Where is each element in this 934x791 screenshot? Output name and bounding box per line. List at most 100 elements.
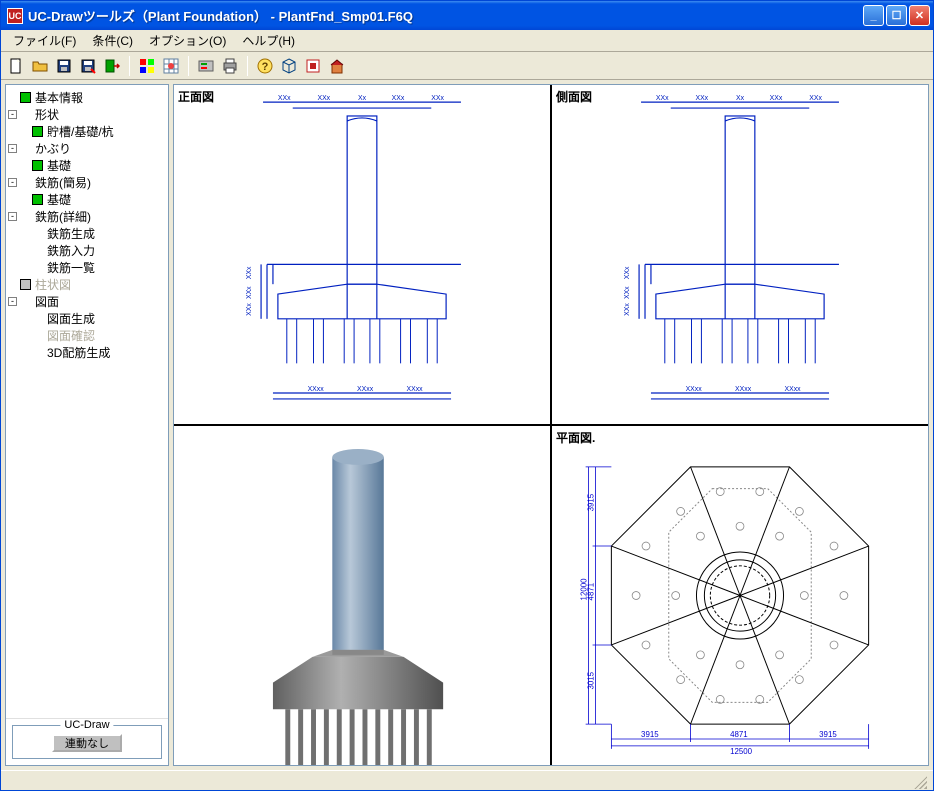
ucdraw-group: UC-Draw 連動なし: [12, 725, 162, 759]
tree-item-label: 基礎: [47, 191, 71, 208]
sidebar: 基本情報-形状貯槽/基礎/杭-かぶり基礎-鉄筋(簡易)基礎-鉄筋(詳細)鉄筋生成…: [5, 84, 169, 766]
view-side-label: 側面図: [556, 88, 592, 105]
tree-item-label: 図面生成: [47, 310, 95, 327]
tree-item-label: 貯槽/基礎/杭: [47, 123, 114, 140]
svg-text:XXx: XXx: [624, 286, 631, 299]
tree-item[interactable]: 3D配筋生成: [8, 344, 166, 361]
tree-toggle-icon[interactable]: -: [8, 212, 17, 221]
menubar: ファイル(F) 条件(C) オプション(O) ヘルプ(H): [1, 30, 933, 52]
titlebar[interactable]: UC UC-Drawツールズ（Plant Foundation） - Plant…: [1, 1, 933, 30]
svg-text:XXx: XXx: [392, 95, 405, 102]
print-icon[interactable]: [219, 55, 241, 77]
tree-item-label: 鉄筋入力: [47, 242, 95, 259]
tree-item[interactable]: 柱状図: [8, 276, 166, 293]
viewport: 正面図: [173, 84, 929, 766]
svg-text:Xx: Xx: [736, 95, 745, 102]
svg-text:3915: 3915: [587, 493, 596, 511]
svg-text:XXx: XXx: [246, 266, 253, 279]
open-icon[interactable]: [29, 55, 51, 77]
sidebar-footer: UC-Draw 連動なし: [6, 718, 168, 765]
exit-icon[interactable]: [101, 55, 123, 77]
menu-help[interactable]: ヘルプ(H): [234, 30, 303, 51]
svg-text:3015: 3015: [587, 671, 596, 689]
svg-text:XXxx: XXxx: [357, 386, 374, 393]
menu-file[interactable]: ファイル(F): [5, 30, 84, 51]
tree-item[interactable]: - 形状: [8, 106, 166, 123]
svg-text:XXxx: XXxx: [407, 386, 424, 393]
svg-text:XXx: XXx: [317, 95, 330, 102]
plan-icon[interactable]: [302, 55, 324, 77]
svg-text:XXxx: XXxx: [735, 386, 752, 393]
plan-drawing: 3915 4871 3915 12500 3915 4871 3015 1200…: [552, 426, 928, 765]
tree-view[interactable]: 基本情報-形状貯槽/基礎/杭-かぶり基礎-鉄筋(簡易)基礎-鉄筋(詳細)鉄筋生成…: [6, 85, 168, 718]
help-icon[interactable]: ?: [254, 55, 276, 77]
tree-item[interactable]: - 図面: [8, 293, 166, 310]
toolbar: ?: [1, 52, 933, 80]
svg-text:XXx: XXx: [656, 95, 669, 102]
building-icon[interactable]: [326, 55, 348, 77]
tree-item-label: 図面: [35, 293, 59, 310]
tree-item[interactable]: 鉄筋入力: [8, 242, 166, 259]
svg-text:XXx: XXx: [624, 266, 631, 279]
view-3d[interactable]: [174, 426, 550, 765]
link-mode-button[interactable]: 連動なし: [52, 734, 122, 752]
svg-text:XXx: XXx: [246, 286, 253, 299]
tree-item[interactable]: 貯槽/基礎/杭: [8, 123, 166, 140]
svg-text:XXx: XXx: [246, 303, 253, 316]
save-as-icon[interactable]: [77, 55, 99, 77]
view3d-icon[interactable]: [278, 55, 300, 77]
grid-icon[interactable]: [160, 55, 182, 77]
svg-text:XXx: XXx: [695, 95, 708, 102]
tree-toggle-icon[interactable]: -: [8, 297, 17, 306]
toolbar-separator: [188, 56, 189, 76]
view-front-label: 正面図: [178, 88, 214, 105]
svg-text:Xx: Xx: [358, 95, 367, 102]
tree-item[interactable]: 鉄筋生成: [8, 225, 166, 242]
tree-item-label: 鉄筋生成: [47, 225, 95, 242]
new-icon[interactable]: [5, 55, 27, 77]
window-controls: _ ☐ ✕: [863, 5, 930, 26]
resize-grip-icon[interactable]: [911, 773, 927, 789]
render-3d: [174, 426, 550, 765]
tree-item[interactable]: 図面生成: [8, 310, 166, 327]
tree-item-label: 柱状図: [35, 276, 71, 293]
maximize-button[interactable]: ☐: [886, 5, 907, 26]
window-title: UC-Drawツールズ（Plant Foundation） - PlantFnd…: [28, 6, 863, 25]
tree-toggle-icon[interactable]: -: [8, 178, 17, 187]
view-front[interactable]: 正面図: [174, 85, 550, 424]
svg-text:3915: 3915: [819, 730, 837, 739]
view-plan-label: 平面図.: [556, 429, 595, 446]
svg-text:XXxx: XXxx: [686, 386, 703, 393]
settings-icon[interactable]: [195, 55, 217, 77]
tree-item[interactable]: -鉄筋(詳細): [8, 208, 166, 225]
toolbar-separator: [247, 56, 248, 76]
tree-item-label: 図面確認: [47, 327, 95, 344]
tree-toggle-icon[interactable]: -: [8, 144, 17, 153]
close-button[interactable]: ✕: [909, 5, 930, 26]
tree-item[interactable]: 基礎: [8, 191, 166, 208]
tree-status-icon: [32, 160, 43, 171]
svg-text:3915: 3915: [641, 730, 659, 739]
tree-item-label: 形状: [35, 106, 59, 123]
tree-toggle-icon[interactable]: -: [8, 110, 17, 119]
svg-text:XXx: XXx: [278, 95, 291, 102]
tree-item-label: 基本情報: [35, 89, 83, 106]
svg-text:?: ?: [262, 61, 269, 73]
menu-options[interactable]: オプション(O): [141, 30, 234, 51]
view-plan[interactable]: 平面図.: [552, 426, 928, 765]
color-icon[interactable]: [136, 55, 158, 77]
minimize-button[interactable]: _: [863, 5, 884, 26]
svg-text:XXx: XXx: [624, 303, 631, 316]
tree-status-icon: [20, 92, 31, 103]
tree-item[interactable]: 基本情報: [8, 89, 166, 106]
tree-item[interactable]: 鉄筋一覧: [8, 259, 166, 276]
tree-item[interactable]: -かぶり: [8, 140, 166, 157]
menu-conditions[interactable]: 条件(C): [84, 30, 141, 51]
view-side[interactable]: 側面図: [552, 85, 928, 424]
tree-item[interactable]: 図面確認: [8, 327, 166, 344]
tree-item[interactable]: 基礎: [8, 157, 166, 174]
tree-item[interactable]: - 鉄筋(簡易): [8, 174, 166, 191]
save-icon[interactable]: [53, 55, 75, 77]
tree-item-label: 鉄筋(簡易): [35, 174, 91, 191]
tree-item-label: 鉄筋一覧: [47, 259, 95, 276]
